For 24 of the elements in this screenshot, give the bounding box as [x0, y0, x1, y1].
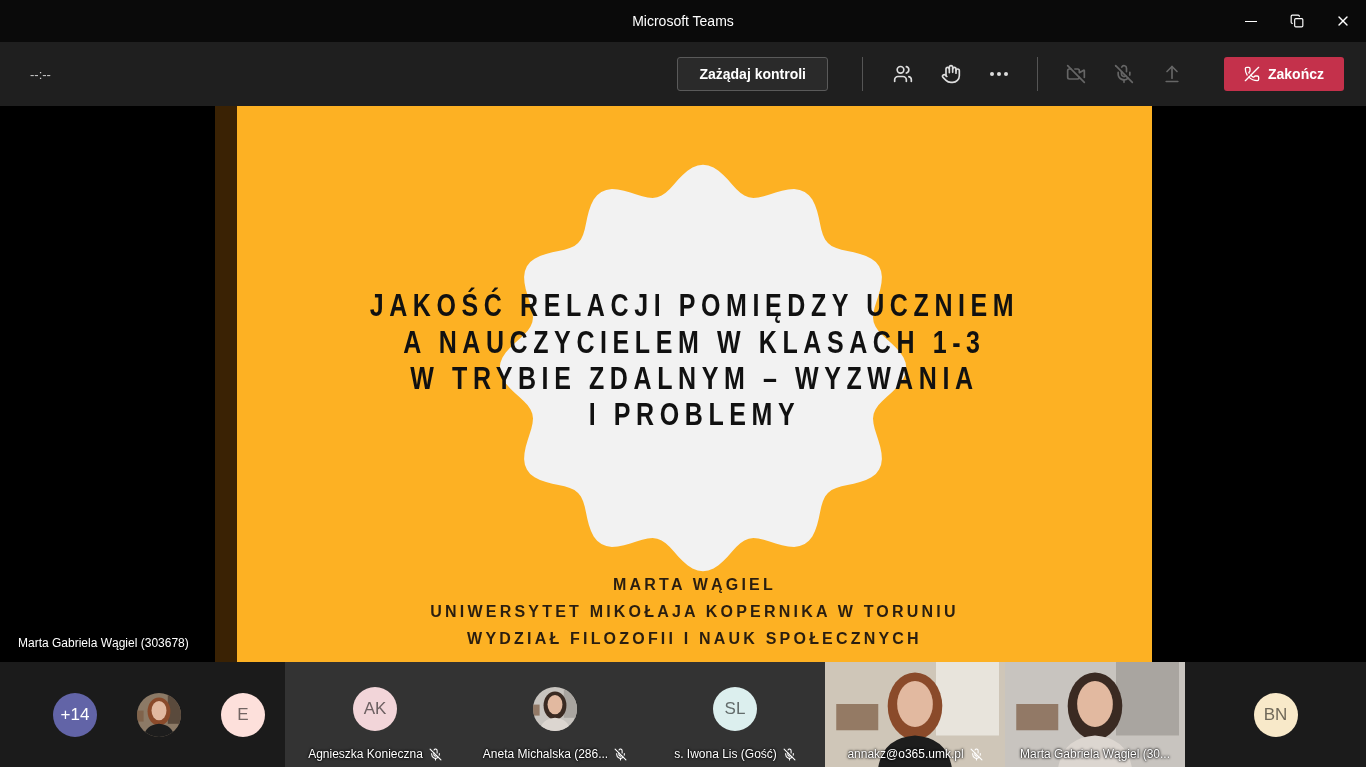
raised-hand-icon: [941, 64, 961, 84]
window-title: Microsoft Teams: [632, 13, 734, 29]
restore-icon: [1290, 14, 1304, 28]
more-participants-badge[interactable]: +14: [53, 692, 97, 737]
camera-off-icon: [1066, 64, 1086, 84]
participant-name: Agnieszka Konieczna: [308, 747, 423, 761]
avatar: E: [221, 692, 265, 737]
participant-name: Aneta Michalska (286...: [482, 747, 609, 761]
request-control-button[interactable]: Zażądaj kontroli: [677, 57, 828, 91]
participant-name: s. Iwona Lis (Gość): [674, 747, 777, 761]
phone-icon: [1244, 66, 1260, 82]
slide-subtitle: MARTA WĄGIEL UNIWERSYTET MIKOŁAJA KOPERNIKA W TORUNIU WYDZIAŁ FILOZOFII I NAUK SPOŁECZNYCH: [430, 575, 959, 649]
end-call-button[interactable]: Zakończ: [1224, 57, 1344, 91]
minimize-icon: [1245, 20, 1257, 22]
call-timer: --:--: [30, 66, 51, 82]
avatar: SL: [713, 686, 757, 731]
microphone-off-icon: [1114, 64, 1134, 84]
share-icon: [1162, 64, 1182, 84]
people-icon: [893, 64, 913, 84]
avatar: BN: [1253, 692, 1298, 737]
more-icon: [990, 72, 1008, 76]
participant-name: Marta Gabriela Wągiel (30...: [1019, 747, 1171, 761]
presenter-name: Marta Gabriela Wągiel (303678): [18, 636, 189, 650]
avatar: AK: [353, 686, 397, 731]
